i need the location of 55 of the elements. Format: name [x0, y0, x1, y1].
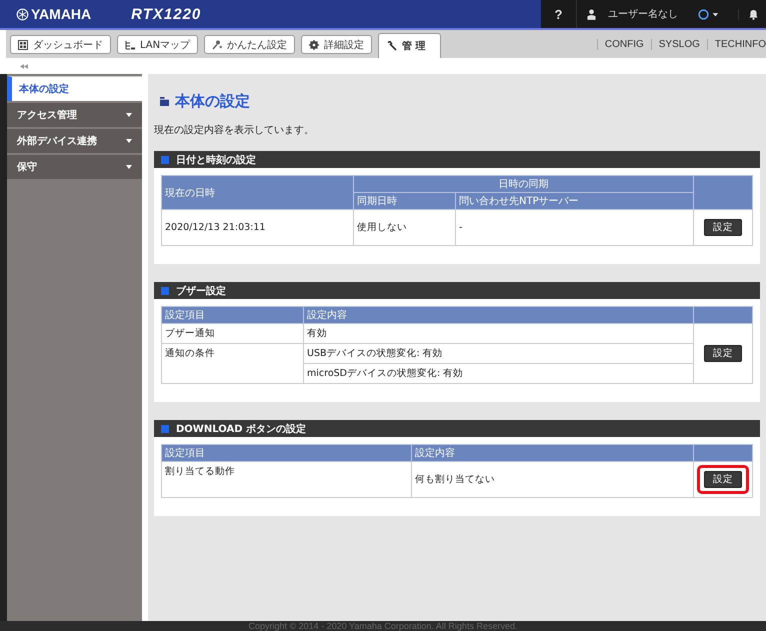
header-link[interactable]: SYSLOG [650, 38, 707, 50]
table-cell: 通知の条件 [162, 344, 304, 384]
copyright-text: Copyright © 2014 - 2020 Yamaha Corporation. All Rights Reserved. [248, 621, 518, 631]
gear-icon [309, 40, 320, 50]
settings-button[interactable]: 設定 [704, 345, 742, 362]
square-icon [161, 286, 169, 294]
page-icon [160, 97, 169, 106]
nav-tab[interactable]: 詳細設定 [301, 35, 372, 54]
section-title: ブザー設定 [176, 284, 226, 298]
sidebar-item[interactable]: 外部デバイス連携 [7, 129, 142, 153]
column-header: 設定内容 [411, 444, 694, 462]
emblem-icon [16, 8, 29, 20]
model-name: RTX1220 [131, 6, 202, 22]
section-title: DOWNLOAD ボタンの設定 [176, 422, 306, 436]
tree-icon [125, 40, 135, 50]
column-header: 設定項目 [162, 306, 304, 324]
header-link[interactable]: TECHINFO [706, 38, 766, 50]
nav-tab[interactable]: かんたん設定 [204, 35, 296, 54]
wrench-icon [387, 41, 398, 51]
collapse-icon[interactable] [20, 64, 28, 68]
nav-tab[interactable]: ダッシュボード [10, 35, 111, 54]
column-header: 現在の日時 [162, 176, 354, 210]
table-cell: 割り当てる動作 [162, 462, 412, 498]
nav-tab[interactable]: 管 理 [378, 33, 441, 58]
column-header: 設定内容 [304, 306, 694, 324]
bell-icon[interactable] [738, 8, 758, 20]
brand-logo: YAMAHA [31, 6, 92, 22]
section-title: 日付と時刻の設定 [176, 153, 256, 166]
wand-icon [212, 40, 222, 50]
column-group-header: 日時の同期 [354, 176, 694, 192]
sidebar-item[interactable]: 保守 [7, 155, 142, 179]
settings-button[interactable]: 設定 [704, 471, 742, 488]
page-description: 現在の設定内容を表示しています。 [154, 124, 315, 137]
sidebar-item[interactable]: 本体の設定 [7, 76, 142, 101]
column-header: 問い合わせ先NTPサーバー [456, 192, 694, 210]
square-icon [161, 424, 169, 432]
square-icon [161, 156, 169, 164]
table-cell: 使用しない [354, 210, 456, 246]
grid-icon [18, 40, 28, 50]
settings-button[interactable]: 設定 [704, 219, 742, 236]
page-title: 本体の設定 [175, 92, 250, 111]
column-header: 同期日時 [354, 192, 456, 210]
table-cell: 2020/12/13 21:03:11 [162, 210, 354, 246]
help-button[interactable]: ? [541, 0, 577, 28]
nav-tab[interactable]: LANマップ [117, 35, 198, 54]
status-dropdown-icon[interactable] [698, 8, 720, 20]
sidebar-item[interactable]: アクセス管理 [7, 103, 142, 127]
table-cell: 何も割り当てない [411, 462, 694, 498]
table-cell: 有効 [304, 324, 694, 344]
header-link[interactable]: CONFIG [596, 38, 651, 50]
table-cell: ブザー通知 [162, 324, 304, 344]
user-name[interactable]: ユーザー名なし [608, 7, 688, 21]
user-icon [587, 8, 596, 20]
table-cell: - [456, 210, 694, 246]
column-header: 設定項目 [162, 444, 412, 462]
